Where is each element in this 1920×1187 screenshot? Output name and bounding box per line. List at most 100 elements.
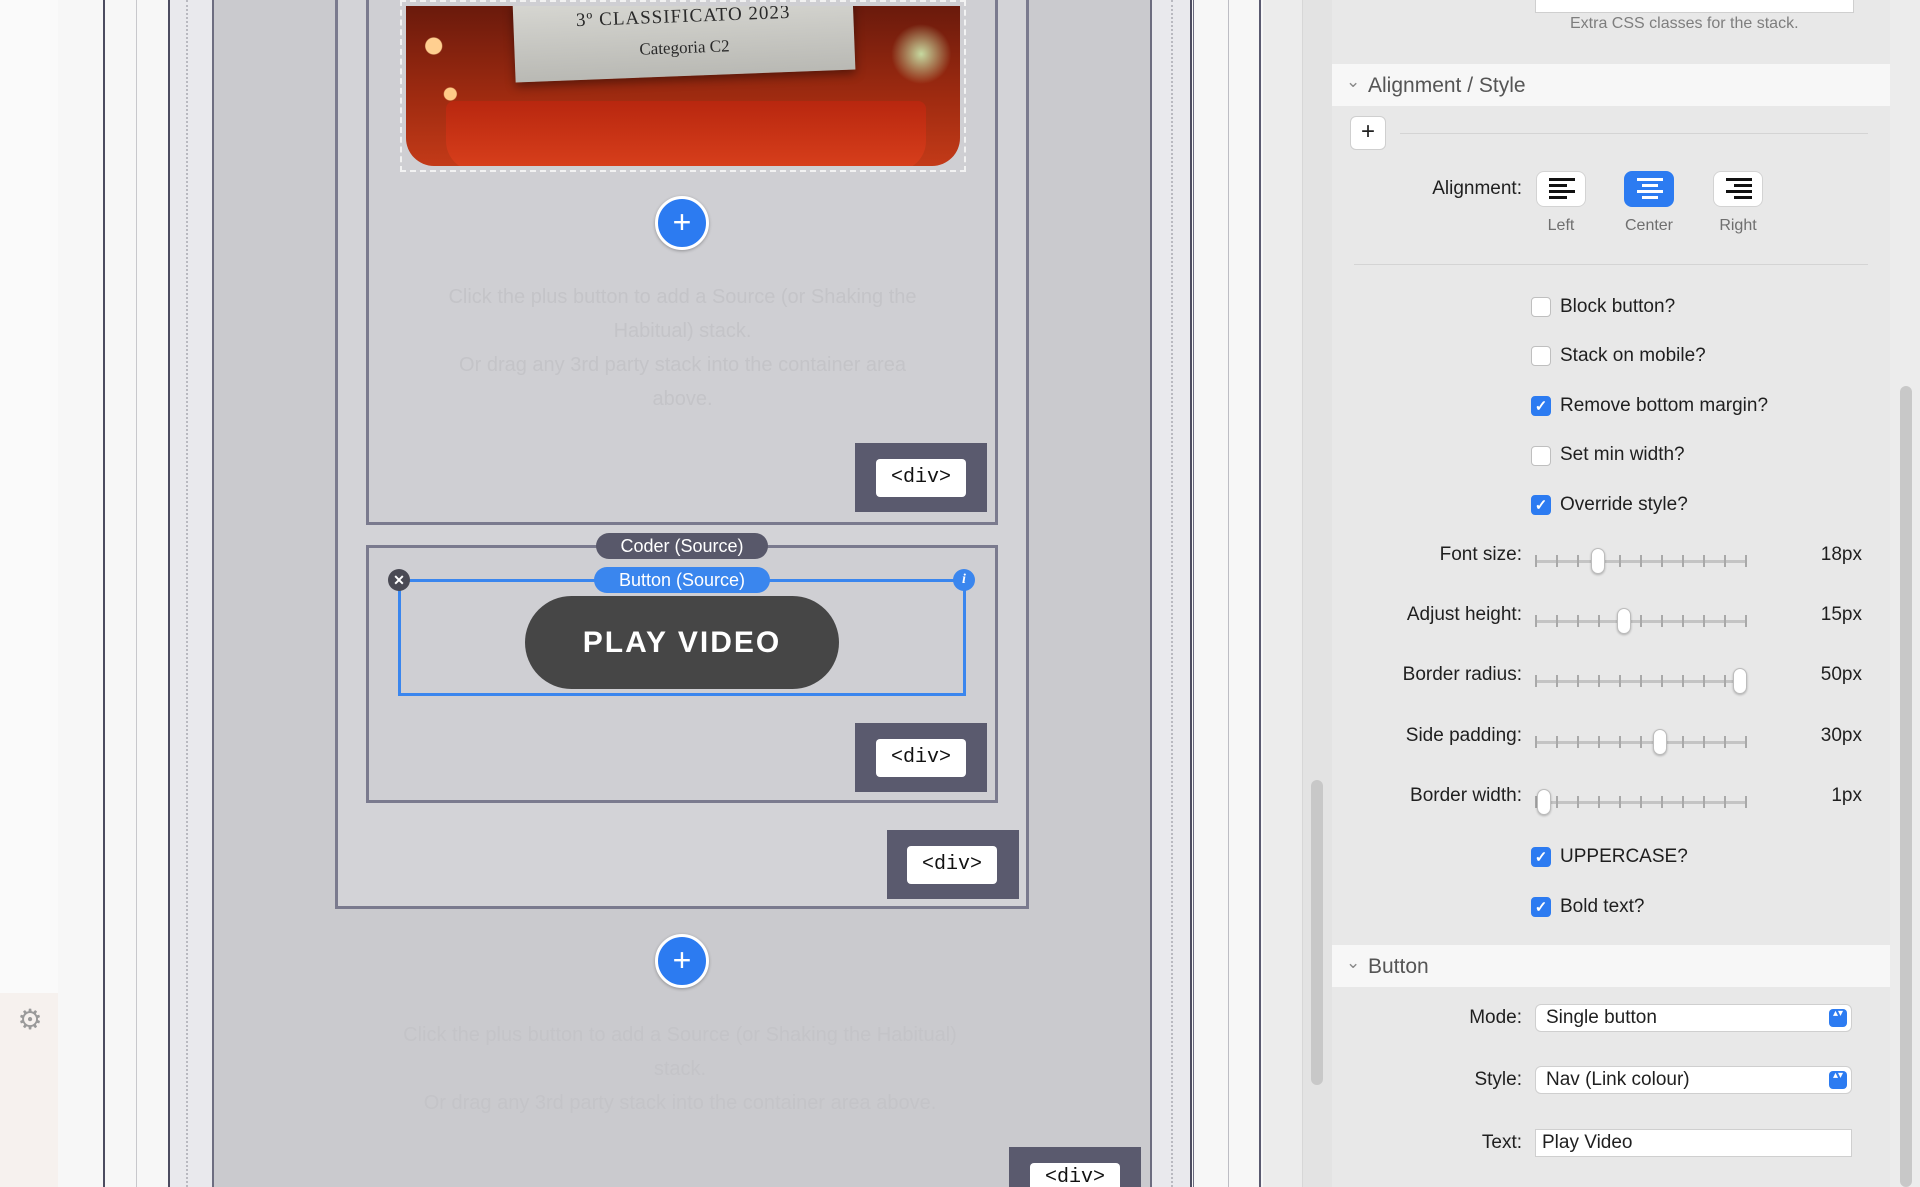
left-scrollbar[interactable] — [1311, 780, 1323, 1085]
alignment-label: Alignment: — [1432, 178, 1522, 199]
override-style-checkbox[interactable]: ✓ — [1531, 495, 1551, 515]
button-source-label[interactable]: Button (Source) — [594, 567, 770, 593]
button-section-header[interactable]: ⌄ Button — [1332, 945, 1890, 987]
add-stack-button[interactable]: + — [655, 196, 709, 250]
slider-knob[interactable] — [1537, 789, 1551, 815]
slider-tick — [1745, 736, 1747, 748]
slider-tick — [1619, 736, 1621, 748]
block-button-checkbox[interactable] — [1531, 297, 1551, 317]
slider-tick — [1640, 615, 1642, 627]
align-left-caption: Left — [1547, 217, 1575, 234]
align-center-caption: Center — [1624, 217, 1674, 234]
canvas-border — [103, 0, 105, 1187]
slider-tick — [1703, 555, 1705, 567]
close-icon[interactable]: ✕ — [388, 569, 410, 591]
font-size-label: Font size: — [1439, 544, 1522, 565]
slider-tick — [1535, 675, 1537, 687]
slider-tick — [1661, 675, 1663, 687]
canvas-guide — [1193, 0, 1194, 1187]
award-photo[interactable]: 3º CLASSIFICATO 2023 Categoria C2 — [400, 0, 966, 172]
gear-icon[interactable]: ⚙ — [15, 1005, 45, 1035]
remove-margin-label: Remove bottom margin? — [1560, 395, 1769, 416]
plaque-line-2: Categoria C2 — [639, 36, 730, 59]
div-tag-button[interactable]: <div> — [1030, 1163, 1120, 1187]
slider-tick — [1703, 736, 1705, 748]
slider-tick — [1682, 736, 1684, 748]
button-text-input[interactable] — [1535, 1129, 1852, 1157]
div-tag-button[interactable]: <div> — [876, 739, 966, 777]
align-left-button[interactable] — [1536, 171, 1586, 207]
align-center-icon — [1637, 178, 1663, 200]
canvas-border — [1259, 0, 1261, 1187]
slider-tick — [1556, 736, 1558, 748]
hint-line: Click the plus button to add a Source (o… — [403, 1024, 957, 1046]
hint-line: Or drag any 3rd party stack into the con… — [423, 1092, 937, 1114]
mode-select[interactable]: Single button ▴▾ — [1535, 1004, 1852, 1032]
slider-tick — [1745, 555, 1747, 567]
canvas-guide — [1228, 0, 1229, 1187]
div-tag-button[interactable]: <div> — [876, 459, 966, 497]
border-width-value: 1px — [1831, 785, 1862, 806]
min-width-checkbox[interactable] — [1531, 446, 1551, 466]
border-radius-label: Border radius: — [1402, 664, 1522, 685]
add-stack-button[interactable]: + — [655, 934, 709, 988]
style-select[interactable]: Nav (Link colour) ▴▾ — [1535, 1066, 1852, 1094]
play-video-button[interactable]: PLAY VIDEO — [525, 596, 839, 689]
mode-value: Single button — [1546, 1007, 1657, 1028]
border-radius-slider[interactable] — [1535, 668, 1747, 694]
award-plaque: 3º CLASSIFICATO 2023 Categoria C2 — [512, 6, 856, 83]
slider-tick — [1724, 796, 1726, 808]
slider-tick — [1535, 736, 1537, 748]
remove-margin-checkbox[interactable]: ✓ — [1531, 396, 1551, 416]
slider-tick — [1745, 796, 1747, 808]
align-right-caption: Right — [1719, 217, 1757, 234]
slider-tick — [1661, 555, 1663, 567]
stack-mobile-checkbox[interactable] — [1531, 346, 1551, 366]
info-icon[interactable]: i — [953, 569, 975, 591]
slider-knob[interactable] — [1591, 548, 1605, 574]
slider-tick — [1724, 675, 1726, 687]
font-size-value: 18px — [1820, 544, 1862, 565]
coder-source-label[interactable]: Coder (Source) — [596, 533, 768, 559]
slider-knob[interactable] — [1617, 608, 1631, 634]
alignment-style-section-header[interactable]: ⌄ Alignment / Style — [1332, 64, 1890, 106]
slider-tick — [1619, 675, 1621, 687]
style-value: Nav (Link colour) — [1546, 1069, 1690, 1090]
font-size-slider[interactable] — [1535, 548, 1747, 574]
align-center-button[interactable] — [1624, 171, 1674, 207]
slider-tick — [1598, 796, 1600, 808]
hint-line: above. — [652, 388, 713, 410]
uppercase-checkbox[interactable]: ✓ — [1531, 847, 1551, 867]
side-padding-slider[interactable] — [1535, 729, 1747, 755]
side-padding-label: Side padding: — [1405, 725, 1522, 746]
slider-tick — [1535, 615, 1537, 627]
side-padding-value: 30px — [1820, 725, 1862, 746]
add-button[interactable]: + — [1350, 116, 1386, 150]
award-stand — [446, 101, 926, 166]
hint-line: stack. — [653, 1058, 707, 1080]
plaque-line-1: 3º CLASSIFICATO 2023 — [575, 6, 791, 32]
inspector-scrollbar[interactable] — [1900, 386, 1912, 1187]
slider-tick — [1619, 796, 1621, 808]
slider-tick — [1556, 796, 1558, 808]
adjust-height-value: 15px — [1820, 604, 1862, 625]
slider-knob[interactable] — [1653, 729, 1667, 755]
slider-tick — [1682, 675, 1684, 687]
slider-tick — [1619, 555, 1621, 567]
slider-tick — [1703, 615, 1705, 627]
canvas-guide — [136, 0, 137, 1187]
border-width-slider[interactable] — [1535, 789, 1747, 815]
adjust-height-slider[interactable] — [1535, 608, 1747, 634]
css-classes-input[interactable] — [1535, 0, 1854, 13]
slider-tick — [1640, 555, 1642, 567]
alignment-style-title: Alignment / Style — [1368, 74, 1526, 97]
align-right-button[interactable] — [1713, 171, 1763, 207]
block-button-label: Block button? — [1560, 296, 1676, 317]
slider-knob[interactable] — [1733, 668, 1747, 694]
align-left-icon — [1549, 178, 1575, 200]
bold-text-checkbox[interactable]: ✓ — [1531, 897, 1551, 917]
div-tag-button[interactable]: <div> — [907, 846, 997, 884]
hint-line: Or drag any 3rd party stack into the con… — [459, 354, 906, 376]
chevron-down-icon: ⌄ — [1346, 953, 1361, 972]
slider-tick — [1598, 675, 1600, 687]
